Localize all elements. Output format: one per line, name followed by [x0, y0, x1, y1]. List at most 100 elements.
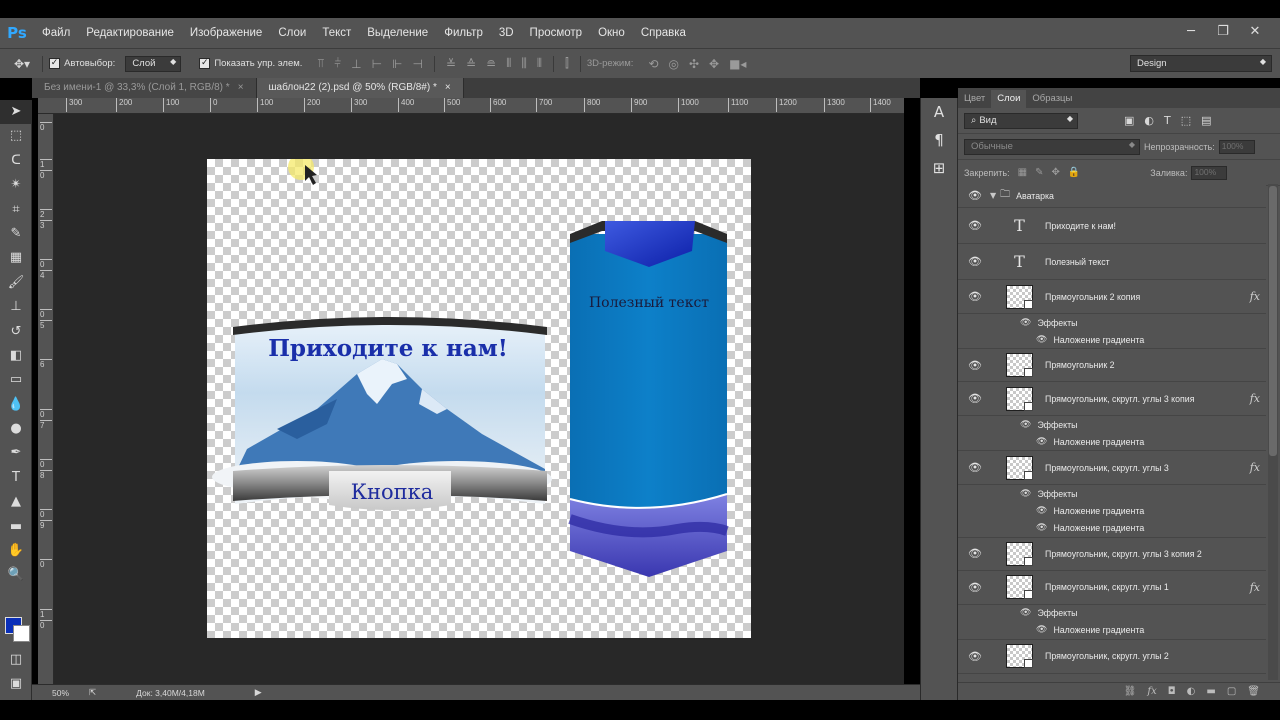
distribute-hcenter-icon[interactable]: ⫼	[521, 56, 527, 71]
lasso-tool-icon[interactable]: ᑕ	[0, 149, 32, 173]
scrollbar-thumb[interactable]	[1269, 186, 1277, 456]
layer-row[interactable]: 👁 Прямоугольник, скругл. углы 3 копия fx	[958, 382, 1266, 416]
autoselect-checkbox[interactable]: ✓	[49, 58, 61, 69]
layer-row[interactable]: 👁 T Приходите к нам!	[958, 208, 1266, 244]
background-color-swatch[interactable]	[13, 625, 30, 642]
visibility-eye-icon[interactable]: 👁	[968, 255, 982, 268]
align-left-icon[interactable]: ⊢	[372, 57, 382, 71]
effects-row[interactable]: 👁 Эффекты	[958, 605, 1266, 623]
distribute-vcenter-icon[interactable]: ≙	[466, 57, 476, 71]
properties-panel-icon[interactable]: ⊞	[921, 154, 957, 182]
distribute-bottom-icon[interactable]: ≘	[486, 57, 496, 71]
auto-align-icon[interactable]: ⫿	[565, 56, 569, 71]
zoom-level[interactable]: 50%	[52, 688, 69, 698]
align-bottom-icon[interactable]: ⊥	[351, 57, 361, 71]
tab-color[interactable]: Цвет	[958, 90, 991, 108]
visibility-eye-icon[interactable]: 👁	[1036, 625, 1047, 635]
brush-tool-icon[interactable]: 🖌	[0, 271, 32, 295]
layer-row[interactable]: 👁 Прямоугольник, скругл. углы 2	[958, 639, 1266, 674]
filter-shape-icon[interactable]: ⬚	[1181, 114, 1191, 127]
fx-icon[interactable]: fx	[1250, 461, 1260, 474]
eraser-tool-icon[interactable]: ◧	[0, 344, 32, 368]
swap-colors-icon[interactable]	[0, 588, 32, 604]
rectangle-tool-icon[interactable]: ▬	[0, 515, 32, 539]
slide-3d-icon[interactable]: ✥	[709, 57, 719, 71]
distribute-top-icon[interactable]: ≚	[446, 57, 456, 71]
fx-icon[interactable]: fx	[1250, 392, 1260, 405]
fx-icon[interactable]: fx	[1250, 581, 1260, 594]
visibility-eye-icon[interactable]: 👁	[1036, 437, 1047, 447]
effects-row[interactable]: 👁 Эффекты	[958, 314, 1266, 332]
dodge-tool-icon[interactable]: ●	[0, 417, 32, 441]
tab-document-1[interactable]: Без имени-1 @ 33,3% (Слой 1, RGB/8) * ×	[32, 78, 257, 98]
drag-3d-icon[interactable]: ✣	[689, 57, 699, 71]
document-canvas[interactable]: Приходите к нам! Кнопка Полезный текст	[207, 154, 751, 638]
menu-select[interactable]: Выделение	[359, 18, 436, 48]
healing-brush-tool-icon[interactable]: ▦	[0, 246, 32, 270]
orbit-3d-icon[interactable]: ⟲	[648, 57, 658, 71]
fx-icon[interactable]: fx	[1250, 290, 1260, 303]
banner-button-label[interactable]: Кнопка	[351, 480, 434, 504]
visibility-eye-icon[interactable]: 👁	[1020, 489, 1031, 499]
clone-stamp-tool-icon[interactable]: ⊥	[0, 295, 32, 319]
screen-mode-icon[interactable]: ▣	[0, 672, 32, 696]
delete-layer-icon[interactable]: 🗑	[1247, 686, 1260, 697]
visibility-eye-icon[interactable]: 👁	[968, 290, 982, 303]
tab-layers[interactable]: Слои	[991, 90, 1027, 108]
canvas-area[interactable]: Приходите к нам! Кнопка Полезный текст	[54, 114, 904, 684]
distribute-right-icon[interactable]: ⫴	[537, 56, 542, 71]
layer-row[interactable]: 👁 Прямоугольник, скругл. углы 1 fx	[958, 570, 1266, 605]
visibility-eye-icon[interactable]: 👁	[968, 392, 982, 405]
adjustment-layer-icon[interactable]: ◐	[1187, 686, 1196, 697]
layer-row[interactable]: 👁 Прямоугольник 2 копия fx	[958, 280, 1266, 314]
tab-document-2[interactable]: шаблон22 (2).psd @ 50% (RGB/8#) * ×	[256, 78, 464, 98]
layer-row[interactable]: 👁 Прямоугольник 2	[958, 349, 1266, 382]
filter-image-icon[interactable]: ▣	[1124, 114, 1134, 127]
type-tool-icon[interactable]: T	[0, 466, 32, 490]
move-tool-icon[interactable]: ➤	[0, 100, 32, 125]
effect-item[interactable]: 👁 Наложение градиента	[958, 434, 1266, 451]
menu-file[interactable]: Файл	[34, 18, 78, 48]
distribute-left-icon[interactable]: ⦀	[506, 56, 511, 71]
crop-tool-icon[interactable]: ⌗	[0, 198, 32, 222]
effect-item[interactable]: 👁 Наложение градиента	[958, 520, 1266, 538]
group-expand-icon[interactable]: ▼	[990, 191, 996, 200]
menu-view[interactable]: Просмотр	[522, 18, 591, 48]
visibility-eye-icon[interactable]: 👁	[968, 359, 982, 372]
add-mask-icon[interactable]: ◘	[1168, 686, 1176, 697]
close-button[interactable]: ✕	[1244, 21, 1266, 43]
visibility-eye-icon[interactable]: 👁	[968, 189, 982, 202]
effect-item[interactable]: 👁 Наложение градиента	[958, 332, 1266, 349]
move-tool-icon[interactable]: ✥▾	[14, 57, 30, 71]
filter-type-icon[interactable]: T	[1164, 114, 1171, 127]
close-tab-icon[interactable]: ×	[238, 82, 244, 93]
align-top-icon[interactable]: ⫪	[317, 56, 324, 71]
history-brush-tool-icon[interactable]: ↺	[0, 320, 32, 344]
filter-kind-select[interactable]: ⌕ Вид ◆	[964, 112, 1078, 129]
visibility-eye-icon[interactable]: 👁	[968, 461, 982, 474]
status-menu-arrow-icon[interactable]: ▶	[255, 688, 262, 698]
visibility-eye-icon[interactable]: 👁	[968, 219, 982, 232]
menu-type[interactable]: Текст	[314, 18, 359, 48]
scale-3d-icon[interactable]: ■◂	[729, 57, 746, 71]
pen-tool-icon[interactable]: ✒	[0, 441, 32, 465]
layer-row[interactable]: 👁 Прямоугольник, скругл. углы 3 копия 2	[958, 537, 1266, 571]
lock-pixels-icon[interactable]: ✎	[1035, 167, 1043, 178]
hand-tool-icon[interactable]: ✋	[0, 539, 32, 563]
quick-mask-icon[interactable]: ◫	[0, 648, 32, 672]
align-vcenter-icon[interactable]: ⫩	[334, 56, 341, 71]
visibility-eye-icon[interactable]: 👁	[1020, 608, 1031, 618]
filter-adjust-icon[interactable]: ◐	[1144, 114, 1154, 127]
layers-scrollbar[interactable]	[1268, 184, 1278, 680]
restore-button[interactable]: ❐	[1212, 21, 1234, 43]
marquee-tool-icon[interactable]: ⬚	[0, 124, 32, 148]
show-controls-checkbox[interactable]: ✓	[199, 58, 211, 69]
layer-row[interactable]: 👁 Прямоугольник, скругл. углы 3 fx	[958, 451, 1266, 485]
minimize-button[interactable]: ─	[1180, 21, 1202, 43]
visibility-eye-icon[interactable]: 👁	[1020, 420, 1031, 430]
opacity-input[interactable]: 100%	[1218, 139, 1255, 154]
lock-position-icon[interactable]: ✥	[1051, 167, 1059, 178]
visibility-eye-icon[interactable]: 👁	[968, 581, 982, 594]
visibility-eye-icon[interactable]: 👁	[1036, 523, 1047, 533]
filter-smart-icon[interactable]: ▤	[1201, 114, 1211, 127]
